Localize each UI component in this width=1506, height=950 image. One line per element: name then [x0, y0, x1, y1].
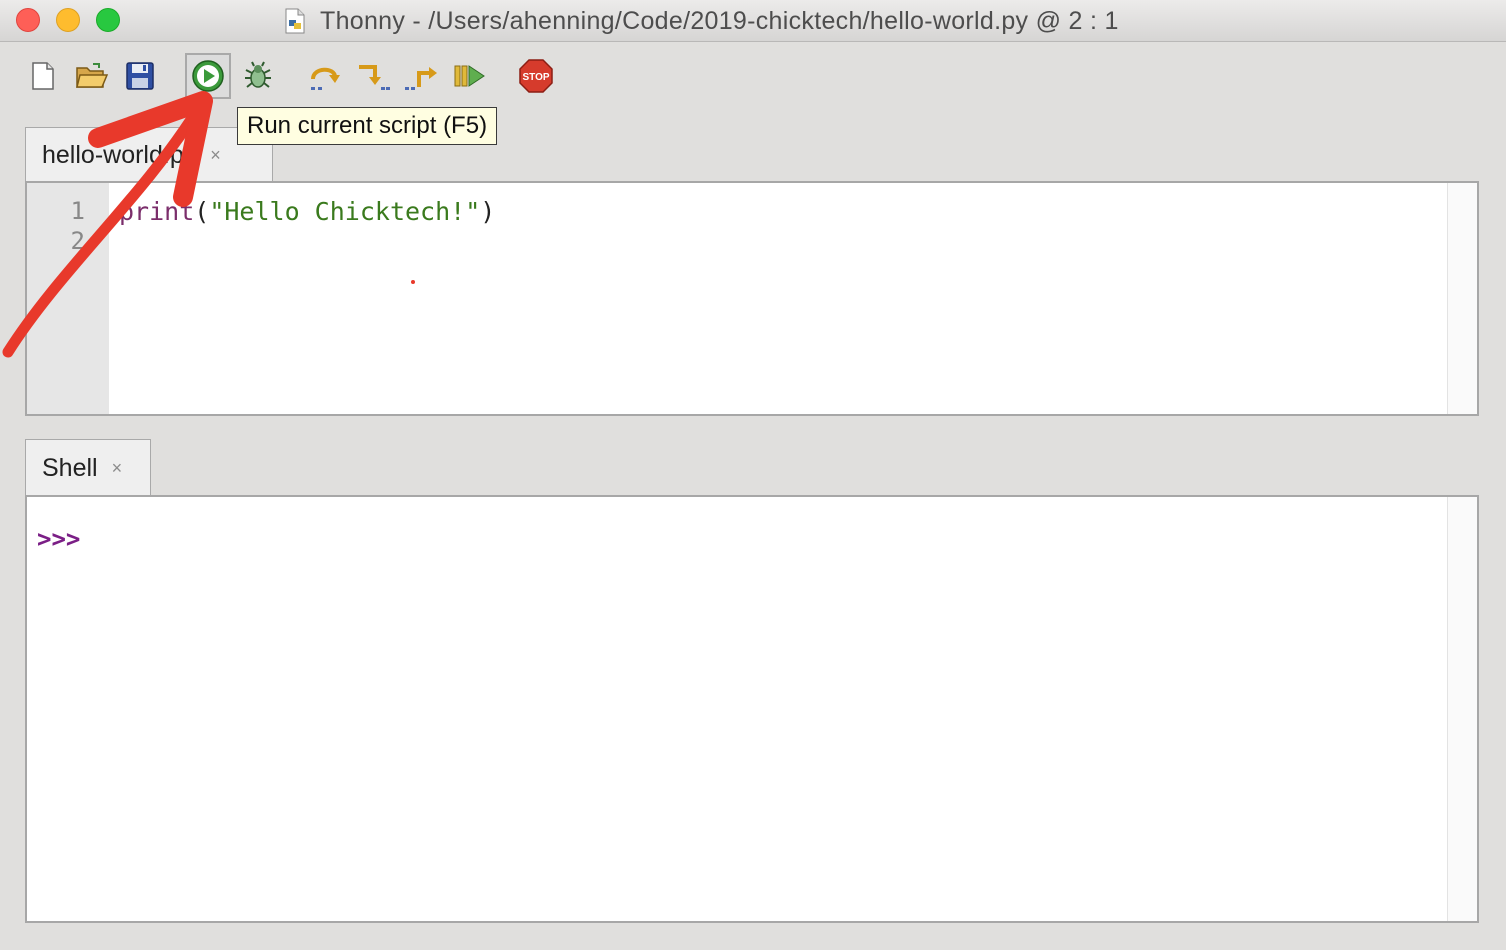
save-disk-icon: [126, 62, 154, 90]
tab-label: Shell: [42, 454, 98, 482]
code-line-1[interactable]: print("Hello Chicktech!"): [119, 197, 495, 226]
step-over-button[interactable]: [305, 56, 345, 96]
open-file-button[interactable]: [72, 56, 112, 96]
new-file-button[interactable]: [23, 56, 63, 96]
step-out-icon: [405, 67, 437, 90]
shell-panel[interactable]: >>>: [25, 495, 1479, 923]
step-over-icon: [311, 67, 340, 90]
save-file-button[interactable]: [120, 56, 160, 96]
run-tooltip: Run current script (F5): [237, 107, 498, 145]
code-paren-open: (: [194, 197, 210, 226]
python-file-icon: [285, 8, 305, 34]
cursor-dot: [411, 280, 415, 284]
line-number: 1: [70, 197, 85, 225]
debug-button[interactable]: [238, 56, 278, 96]
code-editor[interactable]: 1 2 print("Hello Chicktech!"): [25, 181, 1479, 416]
shell-scrollbar[interactable]: [1447, 497, 1477, 921]
tab-label: hello-world.py: [42, 141, 197, 169]
code-string-literal: "Hello Chicktech!": [209, 197, 481, 226]
close-tab-icon[interactable]: ×: [112, 458, 123, 479]
window-titlebar: Thonny - /Users/ahenning/Code/2019-chick…: [0, 0, 1506, 42]
line-number-gutter: 1 2: [27, 183, 109, 414]
step-out-button[interactable]: [401, 56, 441, 96]
line-number: 2: [70, 227, 85, 255]
close-tab-icon[interactable]: ×: [210, 145, 221, 166]
window-title-area: Thonny - /Users/ahenning/Code/2019-chick…: [284, 6, 1119, 36]
step-into-icon: [359, 65, 390, 90]
stop-label: STOP: [522, 72, 549, 83]
close-window-button[interactable]: [16, 8, 40, 32]
run-play-icon: [192, 60, 224, 92]
stop-button[interactable]: STOP: [516, 56, 556, 96]
code-paren-close: ): [480, 197, 496, 226]
code-function-name: print: [119, 197, 195, 226]
editor-scrollbar[interactable]: [1447, 183, 1477, 414]
tab-hello-world[interactable]: hello-world.py ×: [25, 127, 273, 183]
open-folder-icon: [76, 63, 109, 88]
resume-icon: [454, 65, 485, 87]
step-into-button[interactable]: [353, 56, 393, 96]
minimize-window-button[interactable]: [56, 8, 80, 32]
resume-button[interactable]: [449, 56, 489, 96]
new-file-icon: [32, 62, 54, 90]
window-title: Thonny - /Users/ahenning/Code/2019-chick…: [320, 6, 1119, 35]
shell-prompt: >>>: [37, 525, 81, 553]
tab-shell[interactable]: Shell ×: [25, 439, 151, 497]
run-button[interactable]: [185, 53, 231, 99]
zoom-window-button[interactable]: [96, 8, 120, 32]
bug-icon: [245, 61, 271, 88]
stop-sign-icon: STOP: [519, 59, 553, 93]
